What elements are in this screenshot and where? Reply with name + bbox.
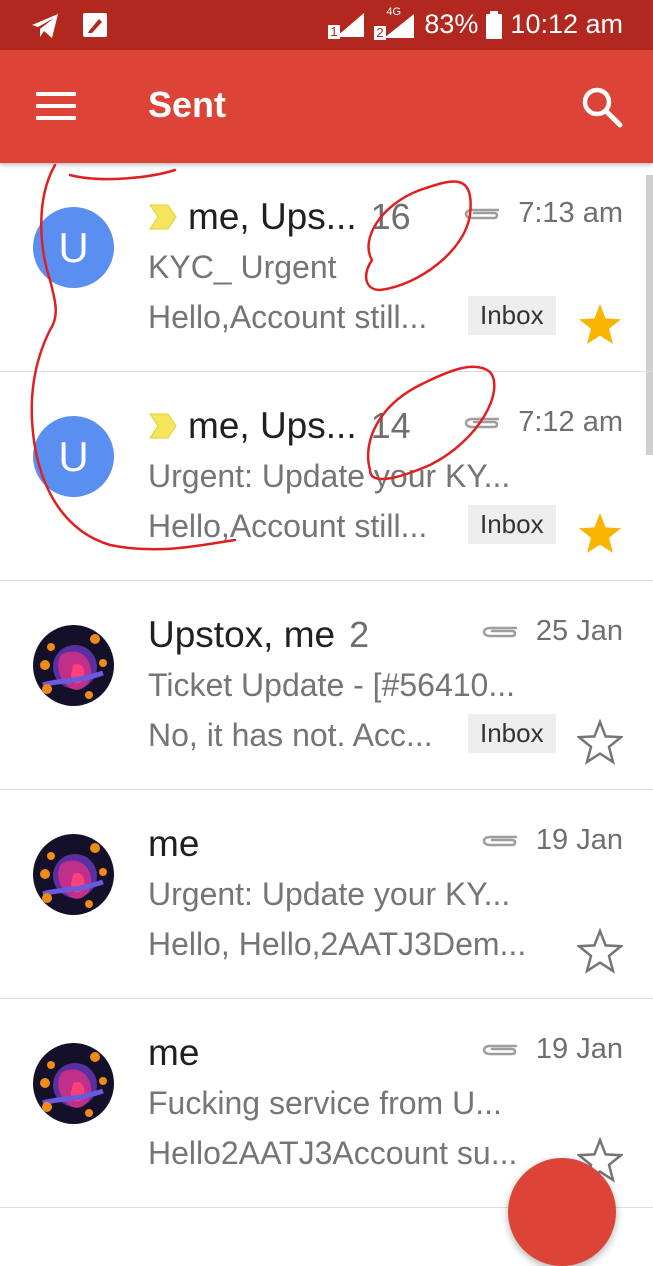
email-header-line: me, Ups... 16 7:13 am [148, 191, 623, 243]
compose-button[interactable] [508, 1158, 616, 1266]
app-bar: Sent [0, 50, 653, 163]
clock: 10:12 am [510, 9, 623, 39]
meta-cluster: 7:13 am [464, 197, 623, 230]
email-date: 25 Jan [535, 615, 623, 647]
sender-name: me [148, 823, 200, 864]
email-header-line: Upstox, me 2 25 Jan [148, 609, 623, 661]
email-header-line: me, Ups... 14 7:12 am [148, 400, 623, 452]
email-row[interactable]: me 19 Jan Urgent: Update your KY... Hell… [0, 790, 653, 999]
sender-name: me, Ups... [188, 196, 357, 237]
inbox-label: Inbox [468, 296, 556, 335]
meta-cluster: 19 Jan [482, 1033, 623, 1066]
meta-cluster: 25 Jan [482, 615, 623, 648]
email-subject: KYC_ Urgent [148, 249, 337, 285]
attachment-icon [482, 835, 518, 846]
thread-count: 14 [370, 405, 411, 446]
battery-percent: 83% [424, 9, 479, 39]
email-row[interactable]: Upstox, me 2 25 Jan Ticket Update - [#56… [0, 581, 653, 790]
telegram-icon [32, 14, 58, 38]
sender-name: Upstox, me [148, 614, 336, 655]
email-header-line: me 19 Jan [148, 1027, 623, 1079]
sender-avatar[interactable] [33, 1043, 114, 1124]
email-row[interactable]: U me, Ups... 16 7:13 am KYC_ Urgent Hell… [0, 163, 653, 372]
menu-icon[interactable] [36, 92, 76, 120]
star-icon[interactable] [577, 301, 623, 347]
important-marker-icon [149, 413, 177, 439]
meta-cluster: 19 Jan [482, 824, 623, 857]
sim1-signal-icon: 1 [328, 11, 366, 39]
inbox-label: Inbox [468, 714, 556, 753]
email-date: 7:13 am [518, 197, 623, 229]
star-icon[interactable] [577, 928, 623, 974]
attachment-icon [464, 208, 500, 219]
sender-name: me, Ups... [188, 405, 357, 446]
email-snippet: Hello,Account still... [148, 299, 428, 335]
attachment-icon [482, 626, 518, 637]
attachment-icon [464, 417, 500, 428]
thread-count: 2 [349, 614, 370, 655]
page-title: Sent [148, 84, 227, 125]
meta-cluster: 7:12 am [464, 406, 623, 439]
email-snippet: No, it has not. Acc... [148, 717, 433, 753]
sender-name: me [148, 1032, 200, 1073]
email-snippet: Hello2AATJ3Account su... [148, 1135, 518, 1171]
battery-icon [486, 10, 503, 39]
notification-icons [30, 12, 108, 40]
status-bar: 1 2 4G 83% 10:12 am [0, 0, 653, 50]
sender-avatar[interactable]: U [33, 207, 114, 288]
attachment-icon [482, 1044, 518, 1055]
email-subject: Urgent: Update your KY... [148, 876, 511, 912]
email-date: 19 Jan [535, 824, 623, 856]
sender-avatar[interactable] [33, 625, 114, 706]
important-marker-icon [149, 204, 177, 230]
edit-note-icon [83, 13, 107, 37]
email-row[interactable]: U me, Ups... 14 7:12 am Urgent: Update y… [0, 372, 653, 581]
email-list: U me, Ups... 16 7:13 am KYC_ Urgent Hell… [0, 163, 653, 1208]
email-header-line: me 19 Jan [148, 818, 623, 870]
email-date: 7:12 am [518, 406, 623, 438]
status-right: 1 2 4G 83% 10:12 am [328, 6, 623, 40]
email-date: 19 Jan [535, 1033, 623, 1065]
email-subject: Urgent: Update your KY... [148, 458, 511, 494]
star-icon[interactable] [577, 719, 623, 765]
star-icon[interactable] [577, 510, 623, 556]
email-snippet: Hello, Hello,2AATJ3Dem... [148, 926, 527, 962]
sender-avatar[interactable]: U [33, 416, 114, 497]
sim2-signal-icon: 2 4G [374, 6, 416, 40]
email-snippet: Hello,Account still... [148, 508, 428, 544]
email-subject: Fucking service from U... [148, 1085, 502, 1121]
email-subject: Ticket Update - [#56410... [148, 667, 516, 703]
thread-count: 16 [370, 196, 411, 237]
inbox-label: Inbox [468, 505, 556, 544]
search-icon[interactable] [581, 86, 623, 128]
sender-avatar[interactable] [33, 834, 114, 915]
